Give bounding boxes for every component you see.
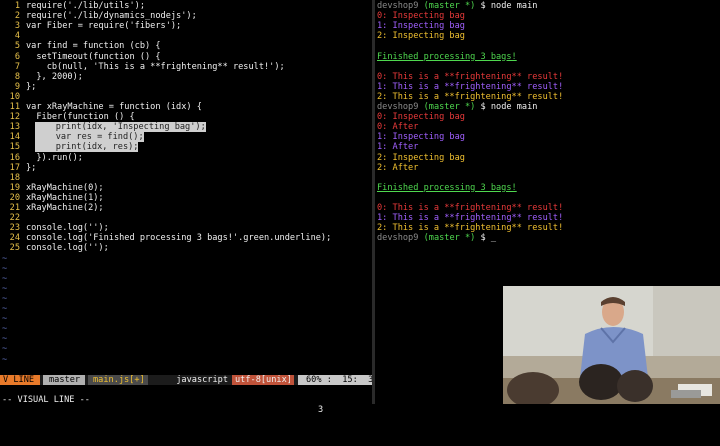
line-number: 15 (9, 142, 20, 153)
empty-line-marker: ~ (2, 354, 8, 365)
speaker-video-image (503, 286, 720, 404)
line-number: 23 (9, 223, 20, 234)
terminal-output-line: 0: Inspecting bag (377, 112, 465, 123)
code-line[interactable]: var res = find(); (35, 132, 144, 143)
terminal-output-line: Finished processing 3 bags! (377, 51, 517, 62)
terminal-command: $ node main (480, 102, 538, 112)
empty-line-marker: ~ (2, 344, 8, 355)
file-name: main.js[+] (88, 375, 148, 385)
prompt-host: devshop9 (377, 1, 419, 11)
file-encoding: utf-8[unix] (232, 375, 294, 385)
line-number: 3 (14, 21, 20, 32)
code-line[interactable]: Fiber(function () { (26, 112, 134, 122)
line-number: 2 (14, 11, 20, 22)
line-number: 9 (14, 81, 20, 92)
terminal-output-line: 1: Inspecting bag (377, 21, 465, 32)
terminal-output-line: 0: After (377, 122, 419, 133)
vim-statusline: V LINE master main.js[+] javascript utf-… (0, 375, 373, 385)
terminal-output-line: 2: This is a **frightening** result! (377, 223, 564, 234)
prompt-host: devshop9 (377, 233, 419, 244)
line-number: 22 (9, 213, 20, 224)
prompt-branch: (master *) (423, 233, 476, 244)
code-line[interactable]: setTimeout(function () { (26, 52, 160, 62)
line-number: 13 (9, 122, 20, 133)
code-line[interactable]: print(idx, res); (35, 142, 139, 153)
terminal-cursor[interactable]: $ _ (481, 233, 497, 243)
code-line[interactable]: var Fiber = require('fibers'); (26, 21, 181, 31)
terminal-output-line: 2: Inspecting bag (377, 31, 465, 42)
line-number: 11 (9, 102, 20, 112)
code-line[interactable]: }, 2000); (26, 72, 83, 82)
line-number: 18 (9, 172, 20, 183)
terminal-output-line: 2: After (377, 162, 419, 173)
mode-indicator: V LINE (0, 375, 40, 385)
prompt-branch: (master *) (423, 1, 476, 11)
code-line[interactable]: xRayMachine(1); (26, 193, 104, 203)
empty-line-marker: ~ (2, 253, 8, 264)
terminal-output-line: 0: Inspecting bag (377, 11, 465, 22)
line-number: 10 (9, 91, 20, 102)
line-number: 16 (9, 152, 20, 163)
prompt-branch: (master *) (423, 102, 476, 112)
terminal-output-line: 2: Inspecting bag (377, 152, 465, 163)
line-number: 14 (9, 132, 20, 143)
line-number: 5 (14, 41, 20, 52)
code-line[interactable]: console.log(''); (26, 223, 109, 233)
terminal-prompt-line: devshop9 (master *) $ node main (377, 1, 537, 11)
terminal-output-line: 1: Inspecting bag (377, 132, 465, 143)
terminal-prompt-line: devshop9 (master *) $ _ (377, 233, 496, 243)
code-line[interactable]: console.log('Finished processing 3 bags!… (26, 233, 331, 243)
prompt-host: devshop9 (377, 102, 419, 112)
file-type: javascript (176, 375, 228, 385)
vim-command-line: -- VISUAL LINE -- 3 (0, 385, 372, 415)
vim-editor-pane[interactable]: 1 require('./lib/utils'); 2 require('./lib/… (0, 0, 372, 404)
terminal-output-line: 0: This is a **frightening** result! (377, 203, 564, 213)
line-number: 1 (14, 1, 20, 11)
line-number: 21 (9, 203, 20, 213)
code-line[interactable]: xRayMachine(2); (26, 203, 104, 213)
empty-line-marker: ~ (2, 293, 8, 304)
line-number: 20 (9, 192, 20, 203)
code-line[interactable]: print(idx, 'Inspecting bag'); (35, 122, 206, 133)
terminal-output-line: 0: This is a **frightening** result! (377, 71, 564, 82)
terminal-output-line: 1: This is a **frightening** result! (377, 81, 564, 92)
line-number: 4 (14, 31, 20, 42)
terminal-command: $ node main (480, 1, 538, 11)
terminal-output-line: Finished processing 3 bags! (377, 182, 517, 193)
line-number: 17 (9, 162, 20, 173)
terminal-prompt-line: devshop9 (master *) $ node main (377, 102, 537, 112)
line-number: 19 (9, 182, 20, 193)
line-number: 25 (9, 243, 20, 254)
code-line[interactable]: require('./lib/utils'); (26, 1, 145, 11)
code-line[interactable]: require('./lib/dynamics_nodejs'); (26, 11, 197, 21)
code-line[interactable]: var xRayMachine = function (idx) { (26, 102, 202, 112)
empty-line-marker: ~ (2, 283, 8, 294)
line-number: 7 (14, 61, 20, 72)
terminal-output-line: 2: This is a **frightening** result! (377, 91, 564, 102)
empty-line-marker: ~ (2, 304, 8, 314)
code-line[interactable]: }).run(); (26, 153, 83, 163)
code-line[interactable]: xRayMachine(0); (26, 183, 104, 193)
speaker-video-overlay (503, 286, 720, 404)
code-line[interactable]: cb(null, 'This is a **frightening** resu… (26, 62, 285, 72)
line-number: 24 (9, 233, 20, 244)
empty-line-marker: ~ (2, 334, 8, 345)
cursor-position: 60% : 15: 3 (298, 375, 373, 385)
empty-line-marker: ~ (2, 273, 8, 284)
selection-count: 3 (318, 405, 324, 416)
code-line[interactable]: var find = function (cb) { (26, 41, 161, 51)
line-number: 8 (14, 71, 20, 82)
branch-indicator: master (43, 375, 85, 385)
line-number: 6 (14, 51, 20, 62)
terminal-output-line: 1: After (377, 142, 419, 153)
code-line[interactable]: }; (26, 163, 36, 173)
line-number: 12 (9, 112, 20, 123)
terminal-output-line: 1: This is a **frightening** result! (377, 213, 564, 224)
empty-line-marker: ~ (2, 324, 8, 335)
code-line[interactable]: console.log(''); (26, 243, 109, 253)
empty-line-marker: ~ (2, 314, 8, 325)
code-line[interactable]: }; (26, 82, 36, 92)
empty-line-marker: ~ (2, 263, 8, 274)
